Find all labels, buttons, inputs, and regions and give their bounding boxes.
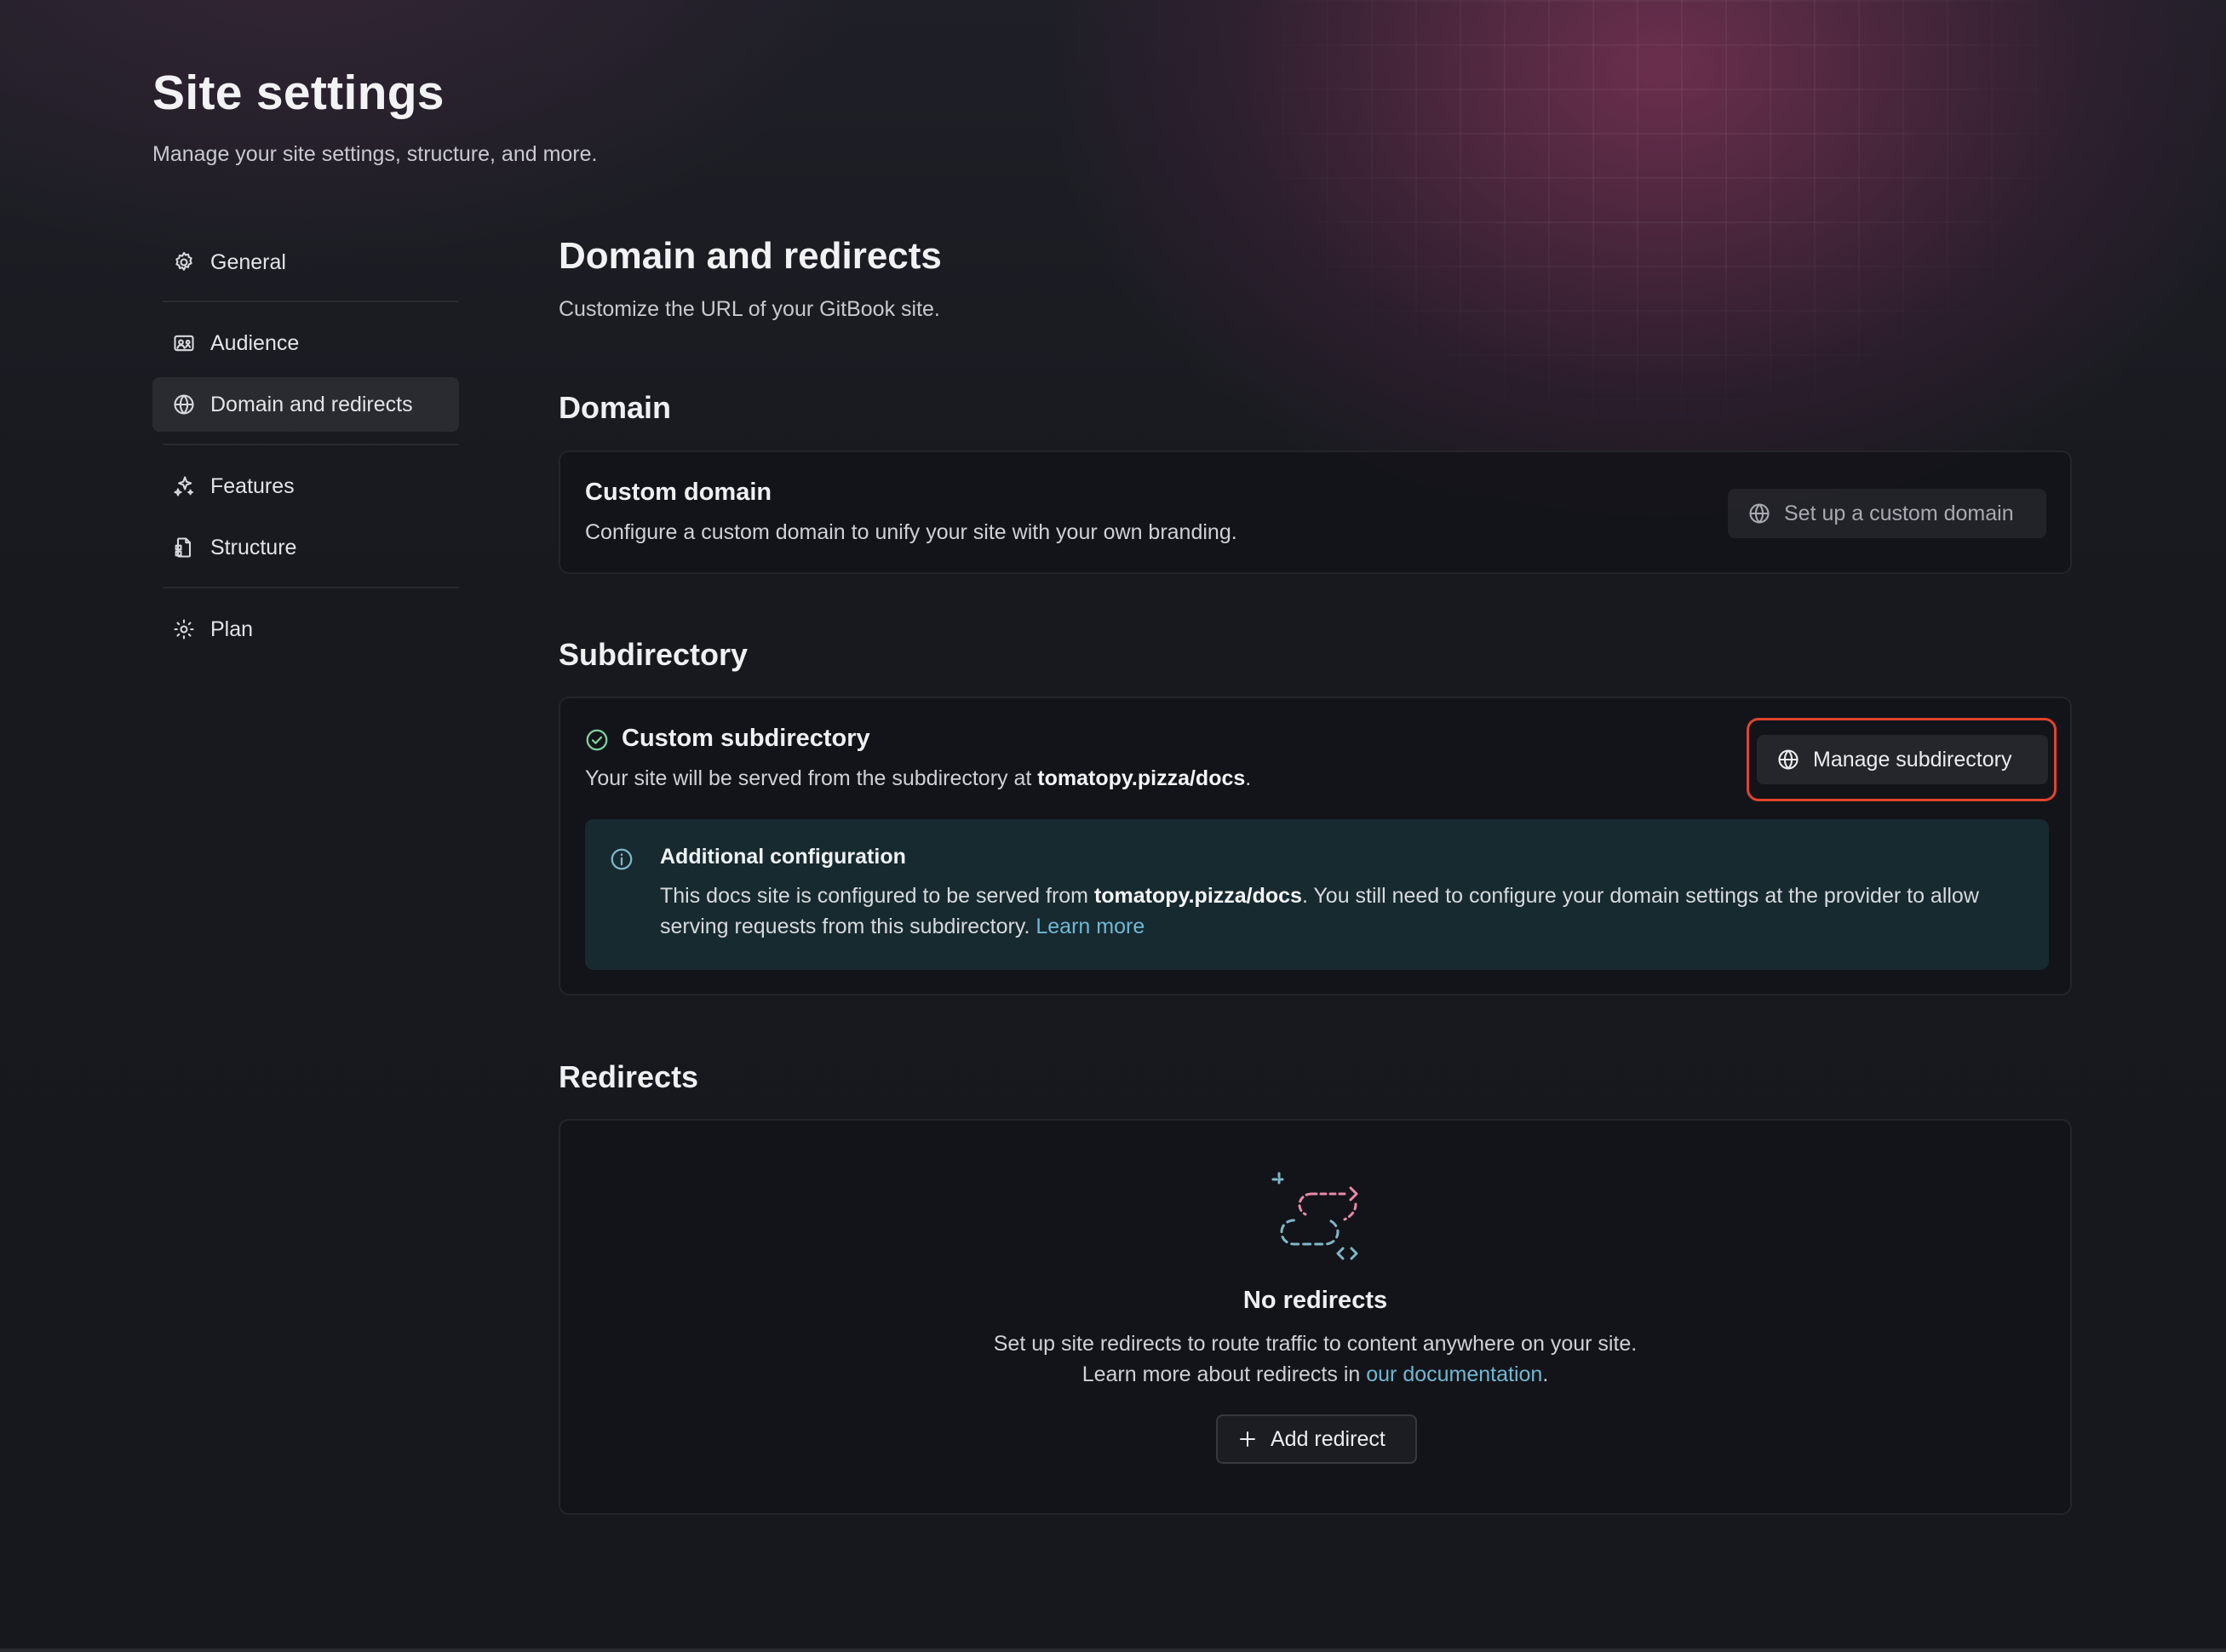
bottom-border xyxy=(0,1649,2226,1652)
custom-subdirectory-description: Your site will be served from the subdir… xyxy=(585,766,1252,790)
documentation-link[interactable]: our documentation xyxy=(1366,1362,1542,1386)
globe-icon xyxy=(1776,747,1801,772)
sparkles-icon xyxy=(171,473,197,499)
additional-configuration-callout: Additional configuration This docs site … xyxy=(585,819,2049,970)
sidebar-item-label: Structure xyxy=(210,535,297,559)
learn-more-link[interactable]: Learn more xyxy=(1036,915,1145,938)
button-label: Manage subdirectory xyxy=(1813,747,2012,772)
sidebar-item-label: Audience xyxy=(210,330,300,355)
button-label: Add redirect xyxy=(1271,1426,1386,1451)
site-settings-page: Site settings Manage your site settings,… xyxy=(0,0,2226,1652)
empty-state-title: No redirects xyxy=(1242,1287,1388,1314)
sidebar-item-label: Plan xyxy=(210,617,254,641)
redirects-card: No redirects Set up site redirects to ro… xyxy=(559,1119,2072,1515)
check-circle-icon xyxy=(584,727,610,753)
subdirectory-heading: Subdirectory xyxy=(559,637,749,672)
sidebar-item-label: General xyxy=(210,250,286,274)
sidebar-item-structure[interactable]: Structure xyxy=(152,520,459,575)
custom-domain-card: Custom domain Configure a custom domain … xyxy=(559,450,2072,574)
callout-url: tomatopy.pizza/docs xyxy=(1093,884,1302,908)
globe-icon xyxy=(171,392,197,417)
gear-icon xyxy=(171,250,197,275)
sidebar-item-label: Domain and redirects xyxy=(210,392,413,416)
plan-icon xyxy=(171,617,197,642)
sidebar-item-audience[interactable]: Audience xyxy=(152,316,459,370)
audience-icon xyxy=(171,330,197,356)
sidebar-item-general[interactable]: General xyxy=(152,235,459,290)
globe-icon xyxy=(1747,501,1772,526)
sidebar-divider xyxy=(163,444,459,445)
sidebar-item-features[interactable]: Features xyxy=(152,459,459,513)
add-redirect-button[interactable]: Add redirect xyxy=(1216,1414,1417,1464)
empty-state-description: Set up site redirects to route traffic t… xyxy=(993,1332,1638,1386)
structure-icon xyxy=(171,535,197,560)
callout-text: This docs site is configured to be serve… xyxy=(660,884,1979,938)
sidebar-divider xyxy=(163,301,459,302)
redirects-illustration-icon xyxy=(1265,1170,1375,1264)
section-description: Customize the URL of your GitBook site. xyxy=(559,297,940,321)
page-subtitle: Manage your site settings, structure, an… xyxy=(152,142,598,166)
info-icon xyxy=(609,846,634,872)
custom-domain-description: Configure a custom domain to unify your … xyxy=(585,520,1237,544)
sidebar-item-domain-and-redirects[interactable]: Domain and redirects xyxy=(152,377,459,432)
sidebar-item-label: Features xyxy=(210,473,295,498)
sidebar-divider xyxy=(163,587,459,588)
custom-subdirectory-title: Custom subdirectory xyxy=(622,725,870,752)
sidebar-item-plan[interactable]: Plan xyxy=(152,602,459,657)
setup-custom-domain-button[interactable]: Set up a custom domain xyxy=(1728,489,2046,538)
page-title: Site settings xyxy=(152,66,445,120)
manage-subdirectory-button[interactable]: Manage subdirectory xyxy=(1757,735,2048,784)
section-title: Domain and redirects xyxy=(559,235,942,277)
domain-heading: Domain xyxy=(559,390,672,425)
custom-domain-title: Custom domain xyxy=(585,479,772,506)
plus-icon xyxy=(1236,1428,1259,1450)
callout-title: Additional configuration xyxy=(660,845,906,869)
redirects-heading: Redirects xyxy=(559,1059,699,1094)
subdirectory-url: tomatopy.pizza/docs xyxy=(1037,766,1246,790)
custom-subdirectory-card: Custom subdirectory Your site will be se… xyxy=(559,697,2072,995)
button-label: Set up a custom domain xyxy=(1784,501,2014,525)
